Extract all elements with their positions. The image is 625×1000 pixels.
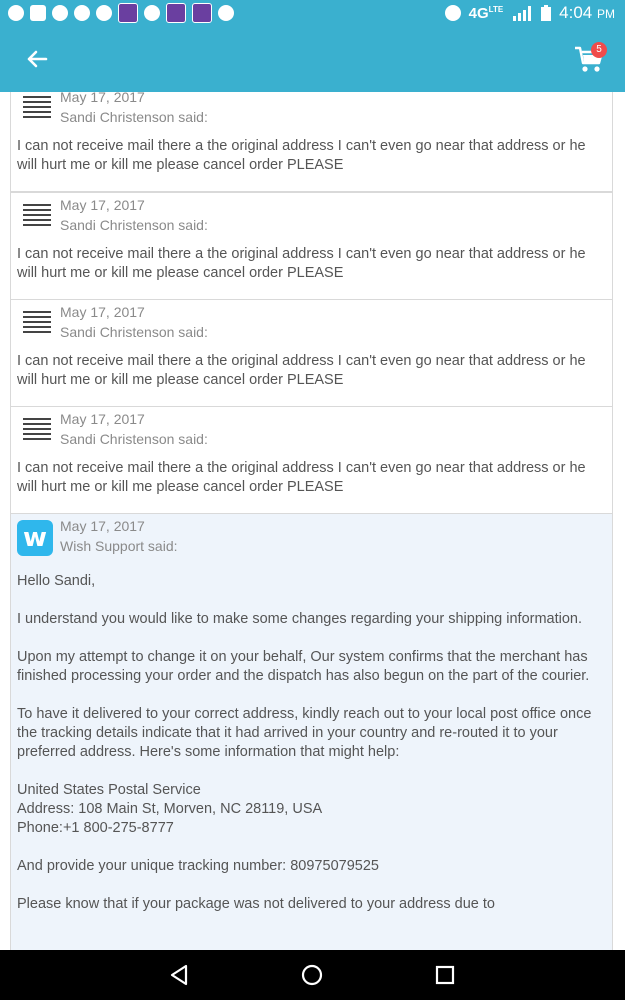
message-card: May 17, 2017 Sandi Christenson said: I c…: [10, 92, 613, 192]
message-author: Sandi Christenson said:: [60, 431, 208, 447]
minus-icon: [52, 5, 68, 21]
message-text: I can not receive mail there a the origi…: [17, 246, 586, 281]
paragraph: To have it delivered to your correct add…: [17, 706, 592, 760]
message-author: Sandi Christenson said:: [60, 324, 208, 340]
notification-icons: [0, 3, 234, 23]
wish-logo: w: [17, 520, 53, 556]
message-date: May 17, 2017: [60, 92, 145, 105]
messenger-icon: [74, 5, 90, 21]
back-arrow-icon[interactable]: [22, 44, 52, 74]
battery-icon: [541, 5, 552, 21]
user-avatar: [19, 308, 55, 344]
signal-icon: [513, 6, 532, 21]
system-icons: 4GLTE 4:04 PM: [444, 0, 615, 26]
message-author: Sandi Christenson said:: [60, 217, 208, 233]
paragraph: Upon my attempt to change it on your beh…: [17, 649, 590, 684]
message-author: Sandi Christenson said:: [60, 109, 208, 125]
app-notification-icon: [8, 5, 24, 21]
message-card: May 17, 2017 Sandi Christenson said: I c…: [10, 406, 613, 514]
postal-name: United States Postal Service: [17, 782, 201, 798]
app-bar: 5: [0, 26, 625, 92]
message-text: I can not receive mail there a the origi…: [17, 138, 586, 173]
cart-count-badge: 5: [591, 42, 607, 58]
message-author: Wish Support said:: [60, 538, 178, 554]
message-date: May 17, 2017: [60, 518, 145, 534]
back-triangle-icon[interactable]: [164, 960, 194, 990]
message-date: May 17, 2017: [60, 411, 145, 427]
home-circle-icon[interactable]: [297, 960, 327, 990]
user-avatar: [19, 93, 55, 129]
b-icon: [144, 5, 160, 21]
do-not-disturb-icon: [444, 5, 461, 21]
message-text: Hello Sandi, I understand you would like…: [17, 572, 604, 914]
recents-square-icon[interactable]: [430, 960, 460, 990]
greeting: Hello Sandi,: [17, 573, 96, 589]
game-icon: [118, 3, 138, 23]
flower-icon: [96, 5, 112, 21]
message-card: May 17, 2017 Sandi Christenson said: I c…: [10, 299, 613, 407]
conversation-thread[interactable]: May 17, 2017 Sandi Christenson said: I c…: [0, 92, 625, 950]
game-icon: [192, 3, 212, 23]
message-text: I can not receive mail there a the origi…: [17, 353, 586, 388]
chrome-icon: [218, 5, 234, 21]
paragraph: I understand you would like to make some…: [17, 611, 583, 627]
message-text: I can not receive mail there a the origi…: [17, 460, 586, 495]
status-bar: 4GLTE 4:04 PM: [0, 0, 625, 26]
message-date: May 17, 2017: [60, 304, 145, 320]
message-card: May 17, 2017 Sandi Christenson said: I c…: [10, 192, 613, 300]
tracking-paragraph: And provide your unique tracking number:…: [17, 858, 379, 874]
system-navigation-bar: [0, 950, 625, 1000]
paragraph: Please know that if your package was not…: [17, 896, 495, 912]
facebook-icon: [30, 5, 46, 21]
postal-address: Address: 108 Main St, Morven, NC 28119, …: [17, 801, 323, 817]
network-type: 4GLTE: [468, 4, 504, 22]
clock: 4:04 PM: [559, 3, 615, 22]
user-avatar: [19, 201, 55, 237]
user-avatar: [19, 415, 55, 451]
message-date: May 17, 2017: [60, 197, 145, 213]
game-icon: [166, 3, 186, 23]
postal-phone: Phone:+1 800-275-8777: [17, 820, 174, 836]
support-message-card: w May 17, 2017 Wish Support said: Hello …: [10, 513, 613, 950]
